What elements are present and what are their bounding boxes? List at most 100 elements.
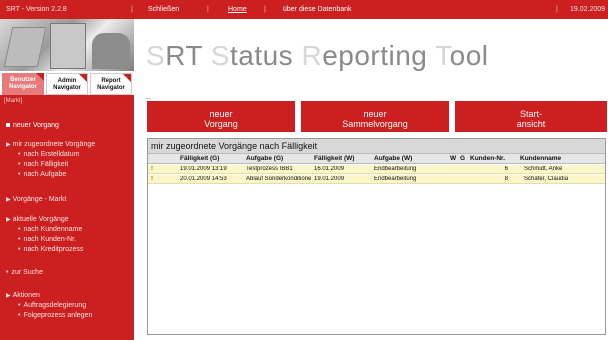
panel-title: mir zugeordnete Vorgänge nach Fälligkeit bbox=[148, 139, 605, 153]
sidebar-subitem-auftragsdelegierung[interactable]: • Auftragsdelegierung bbox=[18, 302, 86, 309]
version-label: SRT - Version 2.2.8 bbox=[6, 6, 67, 13]
sidebar-item-label: Auftragsdelegierung bbox=[23, 302, 87, 309]
title-text: tatus bbox=[229, 40, 302, 71]
close-link[interactable]: Schließen bbox=[148, 6, 179, 13]
app-title: SRT Status Reporting Tool bbox=[146, 40, 489, 72]
header-photo bbox=[0, 19, 134, 71]
sidebar-subitem-nach-aufgabe[interactable]: • nach Aufgabe bbox=[18, 171, 66, 178]
sidebar-subitem-nach-kundennr[interactable]: • nach Kunden-Nr. bbox=[18, 236, 76, 243]
cell-kundennr: 8 bbox=[504, 176, 508, 182]
column-header-faelligkeit-w[interactable]: Fälligkeit (W) bbox=[314, 155, 354, 162]
priority-flag-icon: ! bbox=[151, 166, 153, 172]
sidebar-item-zugeordnet[interactable]: ▶ mir zugeordnete Vorgänge bbox=[6, 141, 95, 148]
sidebar-item-aktionen[interactable]: ▶ Aktionen bbox=[6, 292, 40, 299]
sidebar-item-label: mir zugeordnete Vorgänge bbox=[12, 141, 96, 148]
bullet-icon bbox=[6, 123, 10, 128]
dot-icon: • bbox=[18, 226, 21, 233]
panel-empty-area bbox=[148, 186, 605, 334]
sidebar-item-label: Folgeprozess anlegen bbox=[23, 312, 93, 319]
cell-kundenname: Schäfer, Claudia bbox=[524, 176, 569, 182]
dot-icon: • bbox=[18, 161, 21, 168]
table-row[interactable]: ! 19.01.2009 13:19 Testprozess IBB1 16.0… bbox=[148, 165, 605, 174]
cell-kundenname: Schmidt, Anke bbox=[524, 166, 563, 172]
new-process-button[interactable]: neuer Vorgang bbox=[147, 101, 295, 132]
market-label: [Markt] bbox=[4, 98, 23, 104]
table-header: Fälligkeit (G) Aufgabe (G) Fälligkeit (W… bbox=[148, 153, 605, 164]
arrow-right-icon: ▶ bbox=[6, 197, 11, 203]
sidebar-item-label: aktuelle Vorgänge bbox=[12, 216, 69, 223]
title-text: RT bbox=[165, 40, 211, 71]
sidebar-item-neuer-vorgang[interactable]: neuer Vorgang bbox=[6, 122, 59, 129]
button-label: Start- bbox=[519, 109, 542, 119]
dot-icon: • bbox=[18, 236, 21, 243]
assigned-processes-panel: mir zugeordnete Vorgänge nach Fälligkeit… bbox=[147, 138, 606, 335]
tab-report-navigator[interactable]: Report Navigator bbox=[90, 73, 132, 95]
button-label: neuer bbox=[363, 109, 387, 119]
cell-faelligkeit-g: 20.01.2009 14:53 bbox=[180, 176, 227, 182]
sidebar-subitem-nach-erstelldatum[interactable]: • nach Erstelldatum bbox=[18, 151, 79, 158]
column-header-w[interactable]: W bbox=[450, 155, 456, 162]
title-text: ool bbox=[449, 40, 489, 71]
top-bar: SRT - Version 2.2.8 | Schließen | Home |… bbox=[0, 0, 608, 19]
cell-faelligkeit-g: 19.01.2009 13:19 bbox=[180, 166, 227, 172]
button-label: neuer bbox=[209, 109, 233, 119]
sidebar-item-label: nach Fälligkeit bbox=[23, 161, 69, 168]
sidebar-item-vorgaenge-markt[interactable]: ▶ Vorgänge - Markt bbox=[6, 196, 66, 203]
sidebar-item-aktuelle-vorgaenge[interactable]: ▶ aktuelle Vorgänge bbox=[6, 216, 69, 223]
start-view-button[interactable]: Start- ansicht bbox=[455, 101, 607, 132]
sidebar: Benutzer Navigator Admin Navigator Repor… bbox=[0, 19, 134, 340]
sidebar-item-label: nach Aufgabe bbox=[23, 171, 67, 178]
tab-benutzer-navigator[interactable]: Benutzer Navigator bbox=[2, 73, 44, 95]
sidebar-item-zur-suche[interactable]: • zur Suche bbox=[6, 269, 43, 276]
tab-corner bbox=[79, 74, 87, 82]
button-label: ansicht bbox=[516, 119, 546, 129]
date-label: 19.02.2009 bbox=[570, 6, 606, 13]
separator: | bbox=[556, 6, 558, 13]
column-header-faelligkeit-g[interactable]: Fälligkeit (G) bbox=[180, 155, 219, 162]
home-link[interactable]: Home bbox=[228, 6, 247, 13]
tab-admin-navigator[interactable]: Admin Navigator bbox=[46, 73, 88, 95]
dot-icon: • bbox=[18, 302, 21, 309]
column-header-aufgabe-g[interactable]: Aufgabe (G) bbox=[246, 155, 283, 162]
cell-faelligkeit-w: 16.01.2009 bbox=[314, 166, 345, 172]
separator: | bbox=[264, 6, 266, 13]
column-header-aufgabe-w[interactable]: Aufgabe (W) bbox=[374, 155, 412, 162]
arrow-right-icon: ▶ bbox=[6, 217, 11, 223]
table-row[interactable]: ! 20.01.2009 14:53 Ablauf Sonderkonditio… bbox=[148, 175, 605, 184]
about-link[interactable]: über diese Datenbank bbox=[283, 6, 352, 13]
sidebar-item-label: nach Erstelldatum bbox=[23, 151, 80, 158]
title-initial: T bbox=[435, 40, 450, 71]
column-header-g[interactable]: G bbox=[460, 155, 465, 162]
tab-label: Report Navigator bbox=[97, 78, 125, 91]
cell-aufgabe-g: Ablauf Sonderkonditione bbox=[246, 176, 312, 182]
cell-aufgabe-g: Testprozess IBB1 bbox=[246, 166, 293, 172]
sidebar-item-label: Vorgänge - Markt bbox=[12, 196, 67, 203]
button-label: Sammelvorgang bbox=[342, 119, 408, 129]
sidebar-subitem-nach-kundenname[interactable]: • nach Kundenname bbox=[18, 226, 82, 233]
priority-flag-icon: ! bbox=[151, 176, 153, 182]
title-initial: S bbox=[210, 40, 230, 71]
arrow-right-icon: ▶ bbox=[6, 142, 11, 148]
title-text: eporting bbox=[322, 40, 436, 71]
button-label: Vorgang bbox=[204, 119, 238, 129]
dot-icon: • bbox=[18, 171, 21, 178]
arrow-right-icon: ▶ bbox=[6, 293, 11, 299]
dot-icon: • bbox=[18, 246, 21, 253]
tab-corner bbox=[36, 73, 44, 81]
sidebar-subitem-nach-faelligkeit[interactable]: • nach Fälligkeit bbox=[18, 161, 68, 168]
photo-shape bbox=[3, 27, 47, 67]
sidebar-subitem-nach-kreditprozess[interactable]: • nach Kreditprozess bbox=[18, 246, 83, 253]
column-header-kundenname[interactable]: Kundenname bbox=[520, 155, 561, 162]
tab-label: Admin Navigator bbox=[53, 78, 81, 91]
new-batch-process-button[interactable]: neuer Sammelvorgang bbox=[301, 101, 449, 132]
photo-shape bbox=[92, 33, 130, 69]
column-header-kundennr[interactable]: Kunden-Nr. bbox=[470, 155, 505, 162]
separator: | bbox=[131, 6, 133, 13]
tab-label: Benutzer Navigator bbox=[9, 77, 37, 90]
navigator-tabs: Benutzer Navigator Admin Navigator Repor… bbox=[0, 71, 134, 95]
title-initial: S bbox=[146, 40, 166, 71]
sidebar-item-label: zur Suche bbox=[11, 269, 43, 276]
separator: | bbox=[207, 6, 209, 13]
sidebar-subitem-folgeprozess[interactable]: • Folgeprozess anlegen bbox=[18, 312, 92, 319]
sidebar-item-label: nach Kreditprozess bbox=[23, 246, 84, 253]
